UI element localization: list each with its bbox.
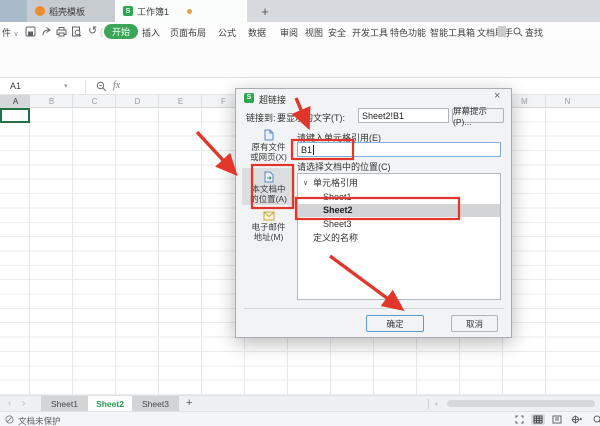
tree-item-sheet2-selected[interactable]: Sheet2 — [298, 204, 500, 217]
search-label[interactable]: 查找 — [525, 26, 543, 39]
fx-icon[interactable]: fx — [113, 80, 120, 91]
sheet-tab-bar: ‹ › Sheet1 Sheet2 Sheet3 + ‹ — [0, 395, 600, 411]
sheet-tab-sheet2[interactable]: Sheet2 — [88, 396, 132, 412]
tab-workbook1[interactable]: S 工作簿1 — [115, 0, 247, 22]
menu-data[interactable]: 数据 — [248, 26, 266, 39]
add-sheet-button[interactable]: + — [186, 397, 192, 409]
email-icon — [263, 211, 275, 221]
wps-spreadsheet-window: 稻壳模板 S 工作簿1 + 件 ∨ ↺ ( 开始 插入 页面布局 公式 数据 审… — [0, 0, 600, 426]
display-text-label: 要显示的文字(T): — [277, 111, 345, 124]
wps-sheet-icon: S — [123, 6, 133, 16]
menu-review[interactable]: 审阅 — [280, 26, 298, 39]
dialog-separator — [244, 308, 504, 309]
fullscreen-view-icon[interactable] — [512, 414, 526, 425]
file-web-icon — [263, 129, 275, 141]
link-to-label: 链接到: — [246, 111, 276, 124]
normal-view-icon[interactable] — [531, 414, 545, 425]
protection-status-text: 文档未保护 — [18, 415, 61, 426]
insert-function-search-icon[interactable] — [96, 81, 107, 92]
doc-assistant-dropdown[interactable] — [498, 26, 506, 37]
page-layout-view-icon[interactable] — [550, 414, 564, 425]
print-icon[interactable] — [56, 26, 67, 37]
protection-icon — [5, 415, 14, 424]
tree-item-sheet3[interactable]: Sheet3 — [298, 218, 500, 231]
screen-tip-button[interactable]: 屏幕提示(P)... — [452, 108, 504, 123]
tab-workbook1-label: 工作簿1 — [137, 5, 169, 18]
zoom-control-icon[interactable] — [590, 414, 600, 425]
docer-icon — [35, 6, 45, 16]
sheet-tab-sheet1[interactable]: Sheet1 — [41, 396, 88, 412]
text-cursor — [313, 145, 314, 155]
sheet-tab-sheet3[interactable]: Sheet3 — [132, 396, 179, 412]
menu-dev-tools[interactable]: 开发工具 — [352, 26, 388, 39]
menu-special-features[interactable]: 特色功能 — [390, 26, 426, 39]
status-bar: 文档未保护 — [0, 411, 600, 426]
close-icon[interactable]: × — [494, 90, 500, 102]
hyperlink-dialog: S 超链接 × 链接到: 要显示的文字(T): Sheet2!B1 屏幕提示(P… — [235, 88, 512, 338]
position-listbox[interactable]: ∨ 单元格引用 Sheet1 Sheet2 Sheet3 定义的名称 — [297, 173, 501, 300]
display-text-input[interactable]: Sheet2!B1 — [358, 108, 449, 123]
chevron-down-icon[interactable]: ∨ — [303, 177, 308, 190]
undo-icon[interactable]: ↺ — [88, 26, 97, 36]
menubar: 件 ∨ ↺ ( 开始 插入 页面布局 公式 数据 审阅 视图 安全 开发工具 特… — [0, 22, 600, 42]
menu-insert[interactable]: 插入 — [142, 26, 160, 39]
sidebar-item-existing-file[interactable]: 原有文件或网页(X) — [244, 129, 293, 162]
app-corner — [0, 0, 27, 22]
name-box-dropdown-icon[interactable]: ▾ — [64, 82, 68, 92]
save-icon[interactable] — [25, 26, 36, 37]
cell-ref-input[interactable]: B1 — [297, 142, 501, 157]
nav-right-icon[interactable]: › — [22, 398, 25, 409]
print-preview-icon[interactable] — [71, 26, 82, 37]
menu-doc-assistant[interactable]: 文档助手 — [477, 26, 513, 39]
nav-left-icon[interactable]: ‹ — [8, 398, 11, 409]
ok-button[interactable]: 确定 — [366, 315, 424, 332]
name-box[interactable]: A1 — [10, 81, 21, 92]
dialog-sheet-icon: S — [244, 93, 254, 103]
scroll-left-icon[interactable]: ‹ — [435, 399, 438, 408]
titlebar: 稻壳模板 S 工作簿1 + — [0, 0, 600, 22]
position-label: 请选择文档中的位置(C) — [297, 160, 391, 173]
sidebar-item-email[interactable]: 电子邮件地址(M) — [244, 211, 293, 242]
tree-root-cell-reference[interactable]: ∨ 单元格引用 — [298, 177, 500, 190]
search-icon[interactable] — [513, 27, 523, 37]
dialog-title: 超链接 — [259, 93, 286, 106]
menu-view[interactable]: 视图 — [305, 26, 323, 39]
menu-formulas[interactable]: 公式 — [218, 26, 236, 39]
new-tab-button[interactable]: + — [252, 0, 278, 22]
menu-security[interactable]: 安全 — [328, 26, 346, 39]
page-break-preview-icon[interactable] — [569, 414, 583, 425]
sidebar-item-this-document[interactable]: 本文档中的位置(A) — [244, 171, 293, 204]
file-menu[interactable]: 件 ∨ — [2, 26, 19, 39]
tree-item-defined-names[interactable]: 定义的名称 — [298, 232, 500, 245]
this-document-icon — [263, 171, 275, 183]
cancel-button[interactable]: 取消 — [451, 315, 498, 332]
unsaved-dot-icon — [187, 9, 192, 14]
horizontal-scrollbar[interactable] — [447, 400, 595, 407]
selected-cell-a1[interactable] — [0, 108, 30, 123]
menu-smart-toolbox[interactable]: 智能工具箱 — [430, 26, 475, 39]
toolbar: 剪切 复制 格式刷 宋体▾ 11▾ Aˆ Aˇ B I U ▾ ▾ A ▾ ▾ — [0, 42, 600, 78]
menu-page-layout[interactable]: 页面布局 — [170, 26, 206, 39]
tree-item-sheet1[interactable]: Sheet1 — [298, 191, 500, 204]
tab-docer-template[interactable]: 稻壳模板 — [27, 0, 115, 22]
export-icon[interactable] — [41, 26, 52, 37]
tab-docer-label: 稻壳模板 — [49, 5, 85, 18]
menu-home[interactable]: 开始 — [104, 24, 138, 39]
plus-icon: + — [261, 4, 269, 19]
